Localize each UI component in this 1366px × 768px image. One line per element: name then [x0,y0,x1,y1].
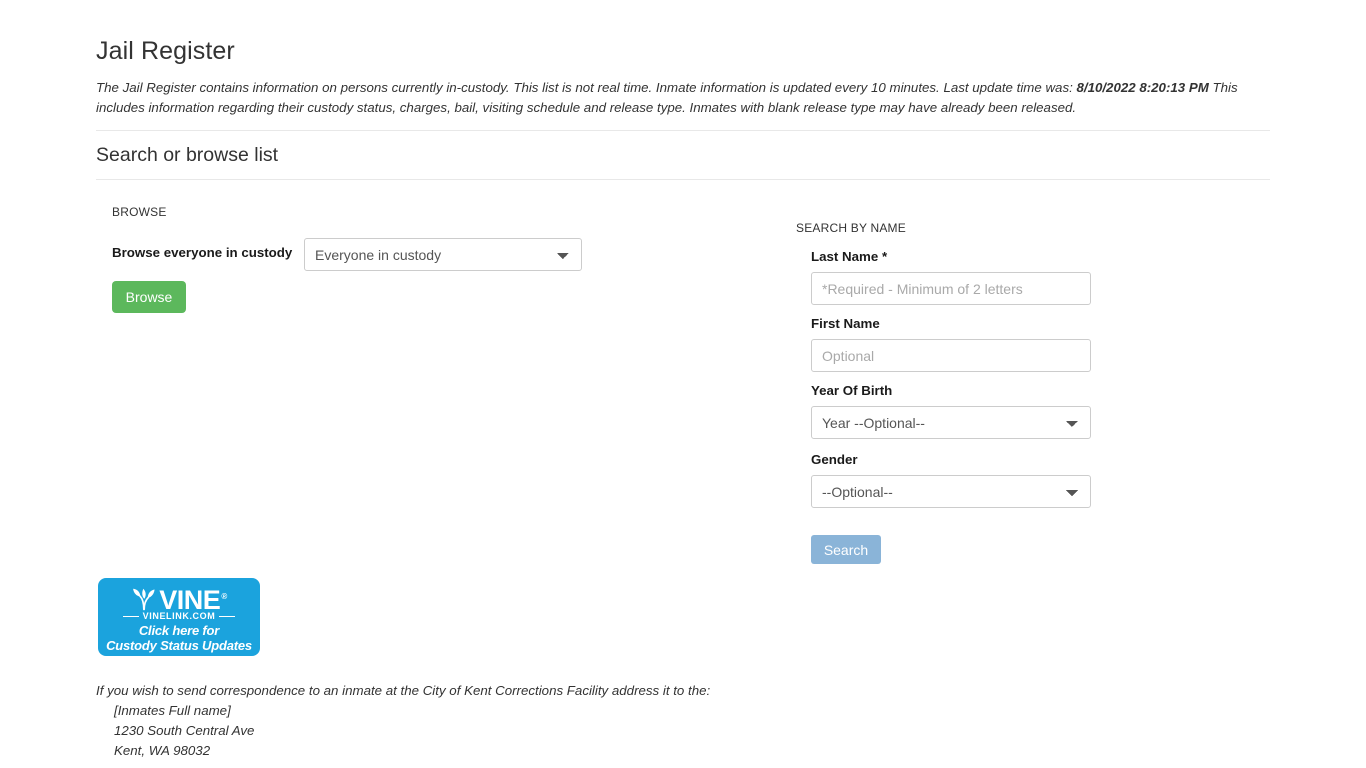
vine-wordmark: VINE® [159,583,227,615]
vine-cta-line1: Click here for [138,623,220,638]
browse-select-label: Browse everyone in custody [112,245,293,260]
vine-domain-row: VINELINK.COM [98,611,260,622]
last-name-field-group: Last Name * [796,248,1096,305]
jail-register-page: Jail Register The Jail Register contains… [0,0,1366,768]
intro-paragraph: The Jail Register contains information o… [96,78,1270,118]
first-name-field-group: First Name [796,315,1096,372]
vine-wordmark-text: VINE [159,584,221,615]
gender-field-group: Gender --Optional-- [796,451,1096,508]
address-line-city: Kent, WA 98032 [114,743,211,758]
vine-link-badge[interactable]: VINE® VINELINK.COM Click here for Custod… [98,578,260,656]
browse-button[interactable]: Browse [112,281,186,313]
rule-left [122,616,139,618]
search-column: SEARCH BY NAME Last Name * First Name Ye… [796,220,1096,518]
vine-domain-text: VINELINK.COM [142,611,216,621]
gender-select[interactable]: --Optional-- [811,475,1091,508]
last-name-input-wrapper [811,272,1091,305]
vine-cta: Click here for Custody Status Updates [98,623,260,653]
address-intro: If you wish to send correspondence to an… [96,683,711,698]
registered-mark-icon: ® [221,591,227,601]
sprout-icon [131,585,157,611]
vine-cta-line2: Custody Status Updates [106,638,252,653]
intro-section: The Jail Register contains information o… [96,78,1270,131]
section-title: Search or browse list [96,144,279,166]
search-browse-section-header: Search or browse list [96,142,1270,180]
year-of-birth-select-wrapper: Year --Optional-- [811,406,1091,439]
address-line-street: 1230 South Central Ave [114,723,255,738]
browse-select-wrapper: Everyone in custody [304,238,582,271]
browse-column: BROWSE Browse everyone in custody Everyo… [112,204,632,272]
last-name-label: Last Name * [811,249,888,264]
last-update-timestamp: 8/10/2022 8:20:13 PM [1076,80,1209,95]
browse-caption: BROWSE [112,205,167,219]
vine-wordmark-row: VINE® [98,583,260,613]
address-line-name: [Inmates Full name] [114,703,231,718]
year-of-birth-field-group: Year Of Birth Year --Optional-- [796,382,1096,439]
browse-row: Browse everyone in custody Everyone in c… [112,238,632,272]
intro-text-part1: The Jail Register contains information o… [96,80,1077,95]
rule-right [219,616,236,618]
page-title: Jail Register [96,37,235,65]
first-name-input-wrapper [811,339,1091,372]
correspondence-address-block: If you wish to send correspondence to an… [96,681,710,761]
search-button[interactable]: Search [811,535,881,564]
gender-label: Gender [811,452,858,467]
gender-select-wrapper: --Optional-- [811,475,1091,508]
last-name-input[interactable] [811,272,1091,305]
first-name-input[interactable] [811,339,1091,372]
first-name-label: First Name [811,316,880,331]
browse-custody-select[interactable]: Everyone in custody [304,238,582,271]
year-of-birth-label: Year Of Birth [811,383,893,398]
search-caption: SEARCH BY NAME [796,221,906,235]
year-of-birth-select[interactable]: Year --Optional-- [811,406,1091,439]
